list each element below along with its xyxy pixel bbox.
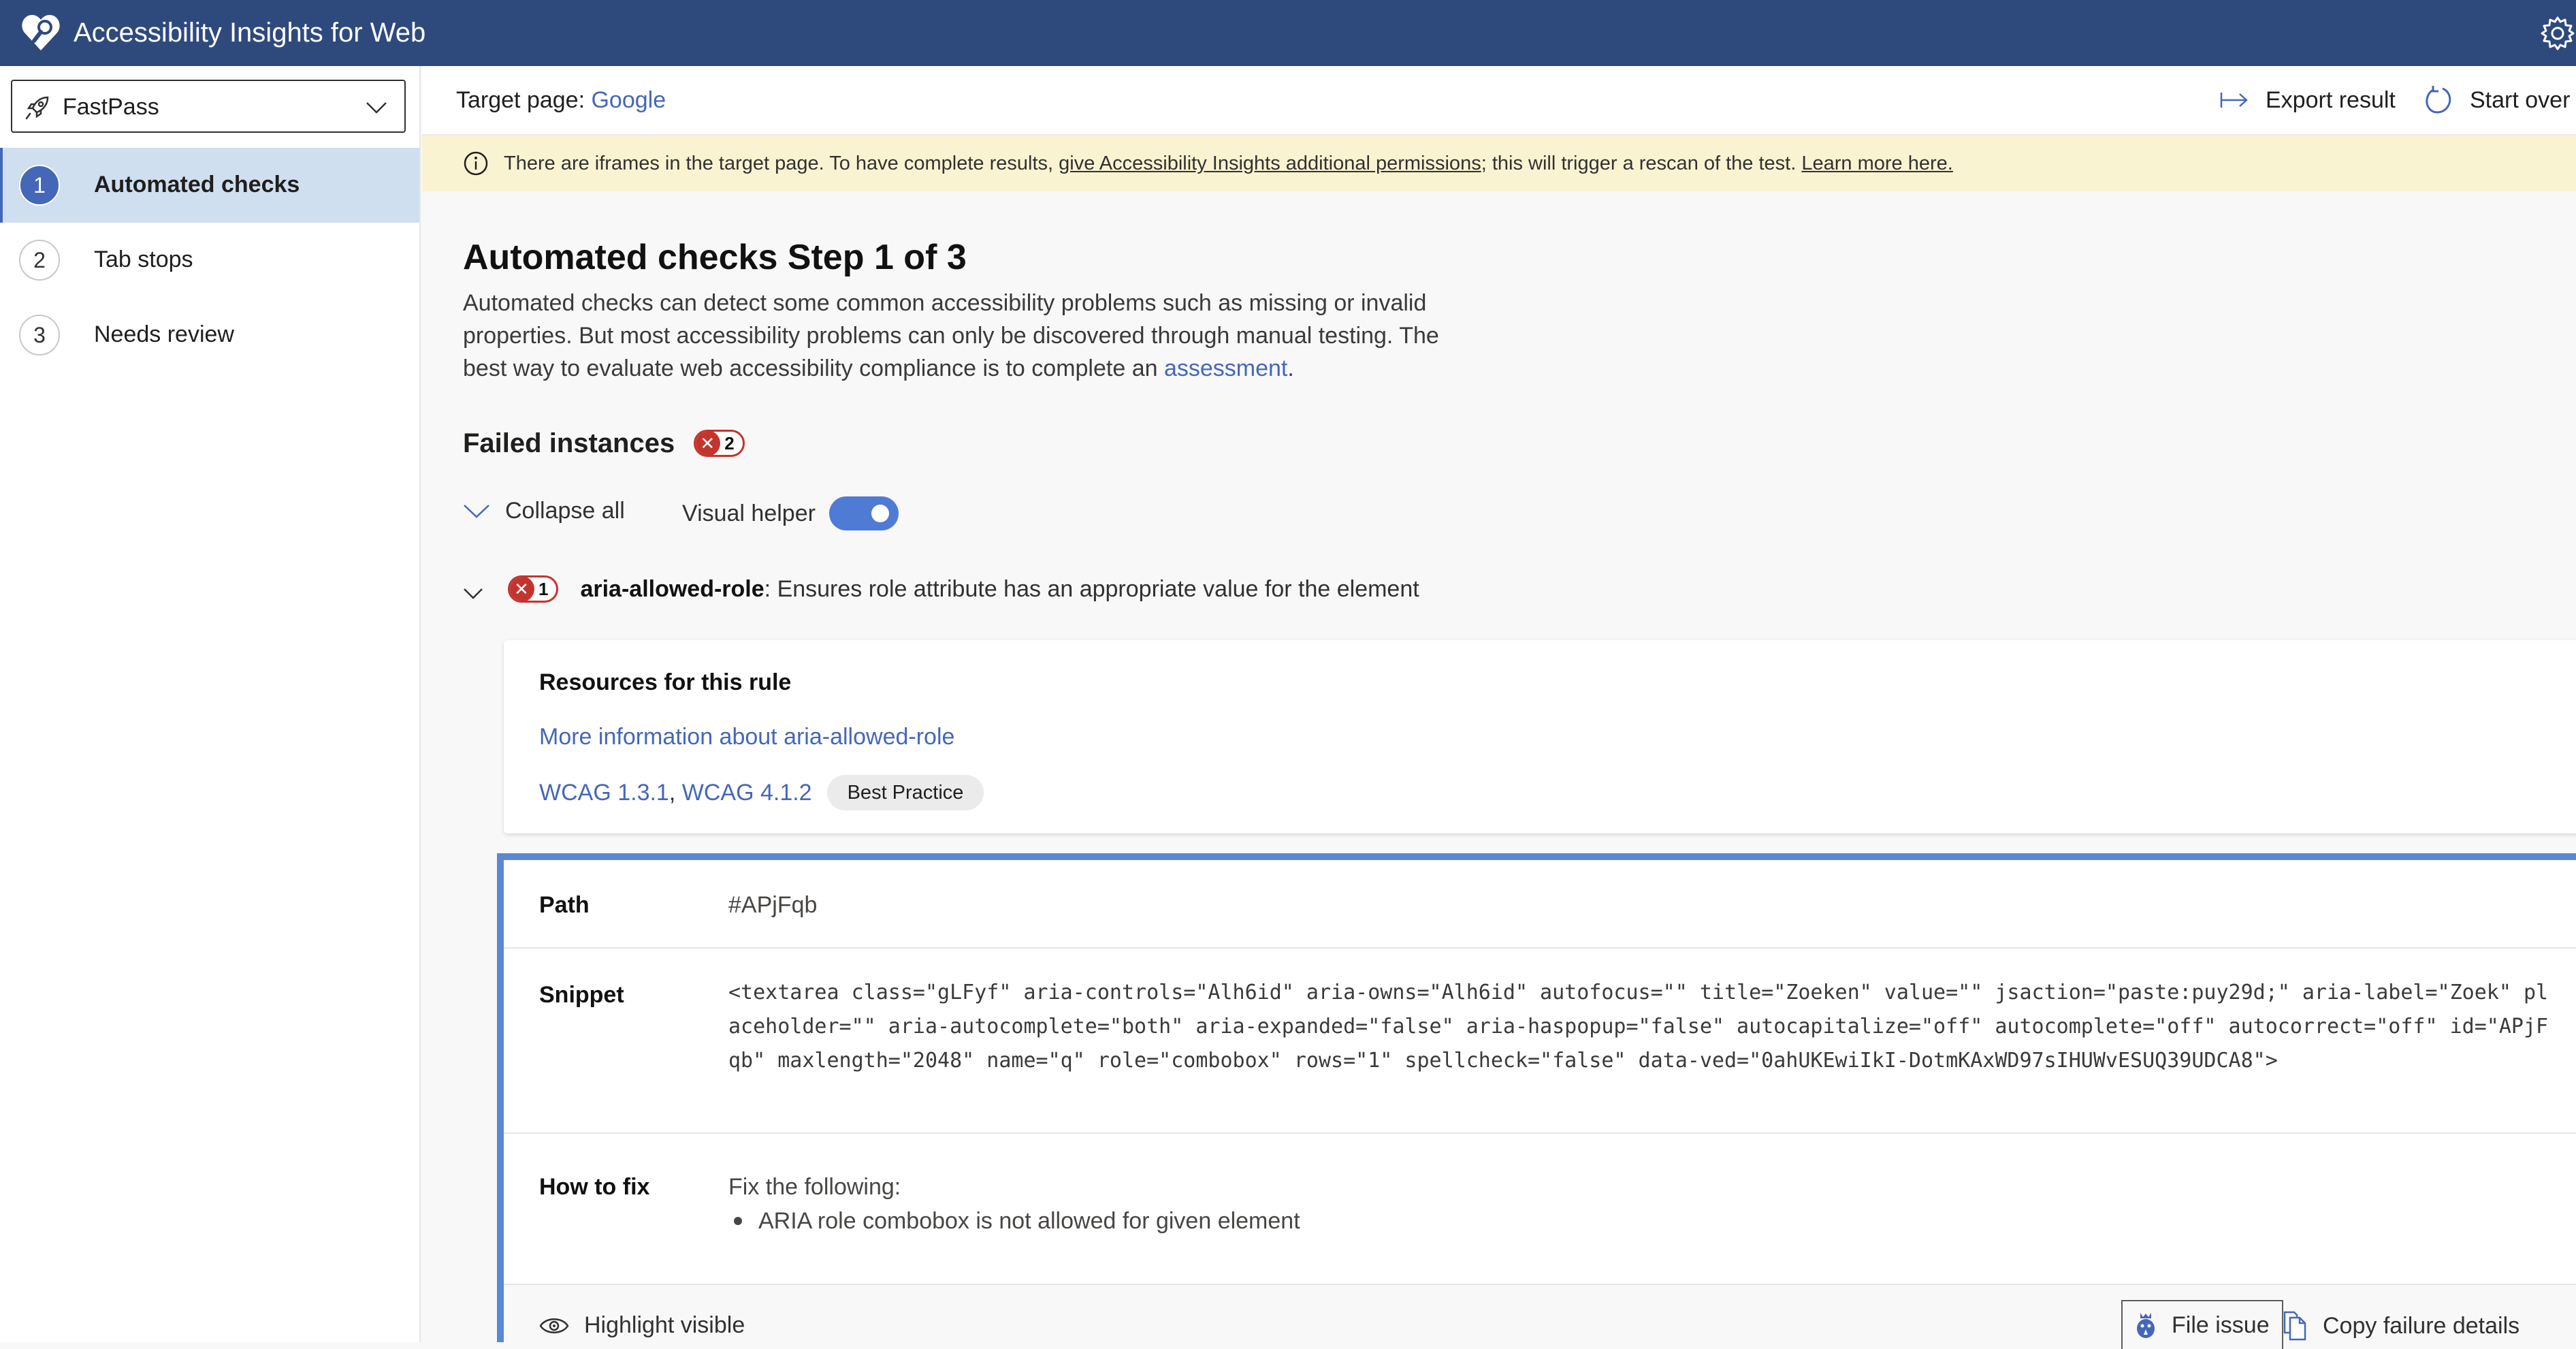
wcag-link-1-3-1[interactable]: WCAG 1.3.1 <box>539 776 669 809</box>
highlight-visible-label: Highlight visible <box>584 1312 745 1338</box>
more-info-link[interactable]: More information about aria-allowed-role <box>539 720 954 753</box>
failed-instances-title: Failed instances <box>463 428 675 458</box>
banner-text-middle: ; this will trigger a rescan of the test… <box>1481 153 1802 174</box>
wcag-separator: , <box>669 780 682 806</box>
collapse-all-label: Collapse all <box>505 498 625 524</box>
failed-instances-heading: Failed instances ✕ 2 <box>463 424 745 462</box>
give-permissions-link[interactable]: give Accessibility Insights additional p… <box>1059 153 1481 174</box>
visual-helper: Visual helper <box>682 496 899 530</box>
mode-dropdown-value: FastPass <box>63 94 159 120</box>
app-logo-icon <box>22 15 60 50</box>
path-value: #APjFqb <box>728 892 818 918</box>
export-result-label: Export result <box>2266 86 2396 113</box>
bug-icon <box>2137 1313 2155 1338</box>
settings-gear-icon[interactable] <box>2539 15 2576 52</box>
nav-item-label: Automated checks <box>94 172 300 197</box>
instance-snippet-row: Snippet <textarea class="gLFyf" aria-con… <box>504 949 2576 1134</box>
toggle-knob <box>871 505 889 522</box>
command-bar: Target page: Google Export result Start … <box>422 66 2576 134</box>
instance-path-row: Path #APjFqb <box>504 860 2576 949</box>
refresh-icon <box>2426 86 2451 114</box>
wcag-links: WCAG 1.3.1, WCAG 4.1.2 Best Practice <box>539 775 984 810</box>
collapse-all-button[interactable]: Collapse all <box>463 498 625 524</box>
assessment-link[interactable]: assessment <box>1164 355 1287 381</box>
failed-count-badge: ✕ 2 <box>694 430 745 457</box>
rule-failed-count-badge: ✕ 1 <box>508 575 559 603</box>
chevron-down-icon <box>366 102 387 114</box>
chevron-down-icon <box>464 588 483 599</box>
chevron-down-icon <box>464 504 489 518</box>
snippet-value: <textarea class="gLFyf" aria-controls="A… <box>728 981 2549 1073</box>
rule-group-header[interactable]: ✕ 1 aria-allowed-role: Ensures role attr… <box>463 575 1419 603</box>
file-issue-label: File issue <box>2172 1312 2270 1338</box>
page-description: Automated checks can detect some common … <box>463 287 1443 385</box>
iframe-warning-banner: There are iframes in the target page. To… <box>422 134 2576 191</box>
visual-helper-label: Visual helper <box>682 500 816 526</box>
rule-description: : Ensures role attribute has an appropri… <box>764 575 1419 602</box>
copy-icon <box>2283 1311 2306 1341</box>
start-over-button[interactable]: Start over <box>2424 82 2570 118</box>
visual-helper-toggle[interactable] <box>828 496 899 530</box>
step-number-badge: 3 <box>19 315 60 355</box>
failed-instance-card: Path #APjFqb Snippet <textarea class="gL… <box>497 853 2576 1349</box>
fix-intro: Fix the following: <box>728 1174 901 1200</box>
target-page-link[interactable]: Google <box>591 87 666 113</box>
path-label: Path <box>539 892 590 918</box>
target-page-label: Target page: <box>456 87 585 113</box>
rule-resources-card: Resources for this rule More information… <box>504 640 2576 834</box>
banner-message: There are iframes in the target page. To… <box>504 149 1953 178</box>
nav-item-label: Needs review <box>94 321 234 347</box>
title-bar: Accessibility Insights for Web <box>0 0 2576 66</box>
instance-footer: Highlight visible File issue Copy failur… <box>504 1285 2576 1349</box>
wcag-link-4-1-2[interactable]: WCAG 4.1.2 <box>682 776 812 809</box>
failed-count: 2 <box>724 433 735 454</box>
main-content: Automated checks Step 1 of 3 Automated c… <box>422 193 2576 1349</box>
best-practice-tag: Best Practice <box>826 775 984 810</box>
sidebar: FastPass 1 Automated checks 2 Tab stops … <box>0 66 421 1342</box>
app-title: Accessibility Insights for Web <box>74 18 426 48</box>
page-title: Automated checks Step 1 of 3 <box>463 238 967 277</box>
how-to-fix-label: How to fix <box>539 1174 650 1200</box>
fix-item-text: ARIA role combobox is not allowed for gi… <box>758 1208 1300 1234</box>
banner-text-before: There are iframes in the target page. To… <box>504 153 1059 174</box>
nav-item-automated-checks[interactable]: 1 Automated checks <box>0 148 419 223</box>
instance-how-to-fix-row: How to fix Fix the following: ARIA role … <box>504 1134 2576 1285</box>
export-icon <box>2220 93 2248 108</box>
mode-dropdown[interactable]: FastPass <box>11 80 406 133</box>
step-nav: 1 Automated checks 2 Tab stops 3 Needs r… <box>0 148 419 372</box>
step-number-badge: 1 <box>19 165 60 206</box>
nav-item-label: Tab stops <box>94 247 193 272</box>
description-end: . <box>1287 355 1294 381</box>
nav-item-needs-review[interactable]: 3 Needs review <box>0 298 419 372</box>
step-number-badge: 2 <box>19 240 60 281</box>
how-to-fix-content: Fix the following: ARIA role combobox is… <box>728 1171 1300 1237</box>
snippet-label: Snippet <box>539 982 624 1008</box>
highlight-visible-button[interactable]: Highlight visible <box>539 1312 745 1339</box>
fail-x-icon: ✕ <box>696 432 721 455</box>
resources-title: Resources for this rule <box>539 669 792 695</box>
copy-failure-details-button[interactable]: Copy failure details <box>2282 1305 2519 1346</box>
bullet-icon <box>734 1217 742 1225</box>
target-page: Target page: Google <box>456 84 666 116</box>
learn-more-link[interactable]: Learn more here. <box>1801 153 1952 174</box>
start-over-label: Start over <box>2470 86 2571 113</box>
info-icon <box>464 151 488 176</box>
rule-id: aria-allowed-role <box>580 575 764 602</box>
fix-item: ARIA role combobox is not allowed for gi… <box>728 1205 1300 1237</box>
fail-x-icon: ✕ <box>510 577 534 601</box>
file-issue-button[interactable]: File issue <box>2121 1300 2283 1349</box>
eye-icon <box>539 1318 569 1333</box>
rocket-icon <box>25 96 49 120</box>
export-result-button[interactable]: Export result <box>2219 82 2396 118</box>
nav-item-tab-stops[interactable]: 2 Tab stops <box>0 223 419 298</box>
copy-failure-details-label: Copy failure details <box>2323 1312 2520 1339</box>
rule-failed-count: 1 <box>538 578 549 599</box>
